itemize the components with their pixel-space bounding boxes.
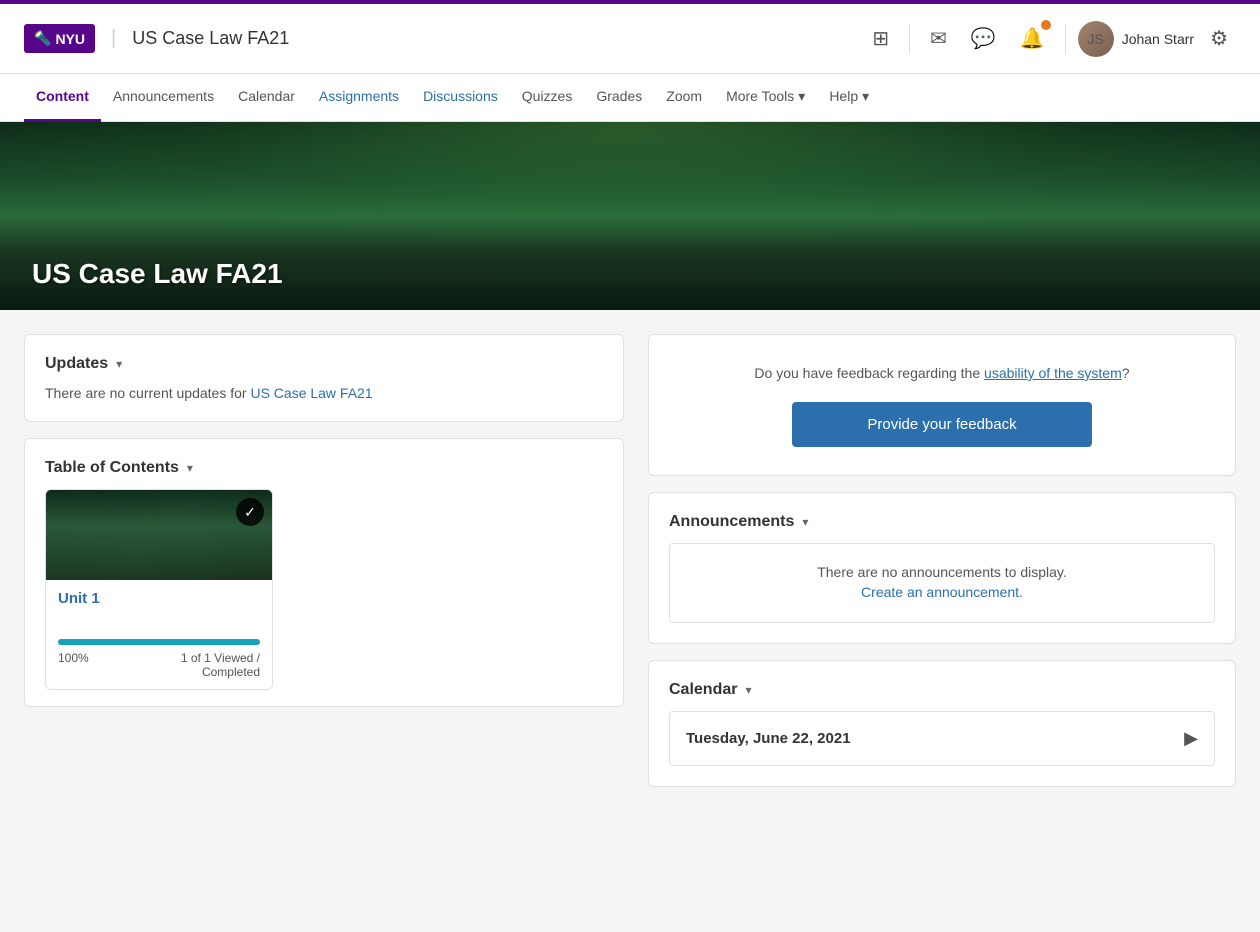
- toc-title: Table of Contents: [45, 459, 179, 477]
- course-title-header: US Case Law FA21: [132, 28, 289, 49]
- avatar: JS: [1078, 21, 1114, 57]
- nav-assignments[interactable]: Assignments: [307, 74, 411, 122]
- nav-announcements[interactable]: Announcements: [101, 74, 226, 122]
- announcements-title: Announcements: [669, 513, 794, 531]
- header-divider: |: [111, 27, 116, 50]
- announcements-header[interactable]: Announcements ▾: [669, 513, 1215, 531]
- settings-button[interactable]: ⚙: [1202, 18, 1236, 59]
- toc-chevron-icon: ▾: [187, 461, 193, 475]
- calendar-row: Tuesday, June 22, 2021 ▶: [669, 711, 1215, 766]
- unit-progress-text: 100% 1 of 1 Viewed / Completed: [58, 651, 260, 679]
- chat-button[interactable]: 💬: [963, 18, 1004, 59]
- unit-name: Unit 1: [58, 590, 260, 607]
- announcements-chevron-icon: ▾: [802, 515, 808, 529]
- announcements-box: There are no announcements to display. C…: [669, 543, 1215, 623]
- nav-quizzes[interactable]: Quizzes: [510, 74, 585, 122]
- feedback-card: Do you have feedback regarding the usabi…: [648, 334, 1236, 476]
- nyu-torch-icon: 🔦: [34, 30, 51, 47]
- main-content: Updates ▾ There are no current updates f…: [0, 310, 1260, 811]
- nav-more-tools-label: More Tools: [726, 88, 794, 104]
- unit-progress-percent: 100%: [58, 651, 89, 679]
- hero-banner: US Case Law FA21: [0, 122, 1260, 310]
- updates-text-prefix: There are no current updates for: [45, 385, 250, 401]
- toc-card: Table of Contents ▾ ✓ Unit 1 1: [24, 438, 624, 707]
- unit-info: Unit 1 100% 1 of 1 Viewed / Completed: [46, 580, 272, 689]
- grid-button[interactable]: ⊞: [864, 18, 897, 59]
- feedback-question: Do you have feedback regarding the usabi…: [673, 363, 1211, 384]
- nav-announcements-label: Announcements: [113, 88, 214, 104]
- user-info[interactable]: JS Johan Starr: [1078, 21, 1194, 57]
- mail-button[interactable]: ✉: [922, 18, 955, 59]
- nav-zoom[interactable]: Zoom: [654, 74, 714, 122]
- nav-discussions[interactable]: Discussions: [411, 74, 510, 122]
- chevron-right-icon: ▶: [1184, 728, 1198, 748]
- chevron-down-icon: ▾: [798, 88, 805, 105]
- nav-help-label: Help: [829, 88, 858, 104]
- unit-viewed: 1 of 1 Viewed / Completed: [181, 651, 260, 679]
- nav-calendar[interactable]: Calendar: [226, 74, 307, 122]
- right-column: Do you have feedback regarding the usabi…: [648, 334, 1236, 787]
- left-column: Updates ▾ There are no current updates f…: [24, 334, 624, 787]
- nav-zoom-label: Zoom: [666, 88, 702, 104]
- nav-assignments-label: Assignments: [319, 88, 399, 104]
- hero-aurora: [0, 122, 1260, 235]
- header-divider-v2: [1065, 24, 1066, 54]
- header-left: 🔦 NYU | US Case Law FA21: [24, 24, 289, 53]
- nav-content[interactable]: Content: [24, 74, 101, 122]
- calendar-date: Tuesday, June 22, 2021: [686, 730, 851, 747]
- updates-chevron-icon: ▾: [116, 357, 122, 371]
- settings-icon: ⚙: [1210, 26, 1228, 51]
- nav-quizzes-label: Quizzes: [522, 88, 573, 104]
- bell-icon: 🔔: [1020, 26, 1045, 51]
- nav-grades[interactable]: Grades: [584, 74, 654, 122]
- announcements-empty-text: There are no announcements to display.: [690, 564, 1194, 580]
- feedback-usability-link[interactable]: usability of the system: [984, 365, 1122, 381]
- nyu-logo-text: NYU: [55, 31, 85, 47]
- toc-header[interactable]: Table of Contents ▾: [45, 459, 603, 477]
- notification-badge: [1041, 20, 1051, 30]
- nav-bar: Content Announcements Calendar Assignmen…: [0, 74, 1260, 122]
- header-right: ⊞ ✉ 💬 🔔 JS Johan Starr ⚙: [864, 18, 1236, 59]
- chevron-down-icon-help: ▾: [862, 88, 869, 105]
- unit-progress-bar-fill: [58, 639, 260, 645]
- grid-icon: ⊞: [872, 26, 889, 51]
- unit-check-icon: ✓: [236, 498, 264, 526]
- updates-text: There are no current updates for US Case…: [45, 385, 603, 401]
- create-announcement-link[interactable]: Create an announcement.: [861, 584, 1023, 600]
- header-divider-v1: [909, 24, 910, 54]
- feedback-button[interactable]: Provide your feedback: [792, 402, 1092, 447]
- notification-wrapper: 🔔: [1012, 18, 1053, 59]
- calendar-next-button[interactable]: ▶: [1184, 728, 1198, 749]
- unit-progress-bar-bg: [58, 639, 260, 645]
- nav-more-tools[interactable]: More Tools ▾: [714, 74, 817, 122]
- avatar-initials: JS: [1088, 31, 1104, 47]
- nav-help[interactable]: Help ▾: [817, 74, 881, 122]
- header: 🔦 NYU | US Case Law FA21 ⊞ ✉ 💬 🔔 JS Joha…: [0, 4, 1260, 74]
- calendar-card: Calendar ▾ Tuesday, June 22, 2021 ▶: [648, 660, 1236, 787]
- announcements-card: Announcements ▾ There are no announcemen…: [648, 492, 1236, 644]
- updates-header[interactable]: Updates ▾: [45, 355, 603, 373]
- nyu-logo[interactable]: 🔦 NYU: [24, 24, 95, 53]
- updates-title: Updates: [45, 355, 108, 373]
- calendar-header[interactable]: Calendar ▾: [669, 681, 1215, 699]
- updates-card: Updates ▾ There are no current updates f…: [24, 334, 624, 422]
- updates-course-link[interactable]: US Case Law FA21: [250, 385, 372, 401]
- chat-icon: 💬: [971, 26, 996, 51]
- nav-grades-label: Grades: [596, 88, 642, 104]
- unit-thumbnail: ✓: [46, 490, 272, 580]
- nav-content-label: Content: [36, 88, 89, 104]
- calendar-title: Calendar: [669, 681, 737, 699]
- user-name: Johan Starr: [1122, 31, 1194, 47]
- unit-card[interactable]: ✓ Unit 1 100% 1 of 1 Viewed / Completed: [45, 489, 273, 690]
- hero-title: US Case Law FA21: [0, 258, 315, 310]
- nav-calendar-label: Calendar: [238, 88, 295, 104]
- calendar-chevron-icon: ▾: [745, 683, 751, 697]
- mail-icon: ✉: [930, 26, 947, 51]
- nav-discussions-label: Discussions: [423, 88, 498, 104]
